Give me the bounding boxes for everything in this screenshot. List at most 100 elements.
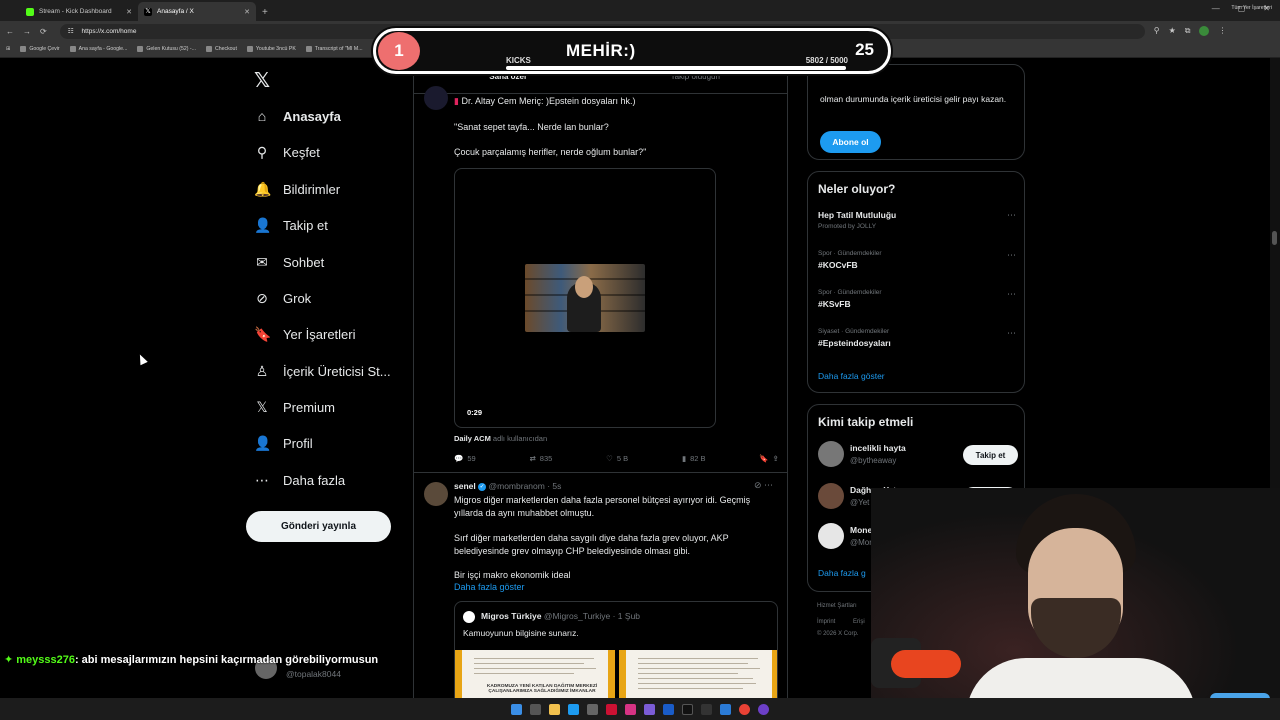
sidebar-item-grok[interactable]: ⊘ Grok	[254, 290, 311, 307]
avatar[interactable]	[818, 483, 844, 509]
avatar[interactable]	[818, 441, 844, 467]
bookmark-item[interactable]: Transcript of "MI M...	[305, 46, 363, 52]
author-handle[interactable]: @mombranom · 5s	[489, 481, 562, 491]
trend-item[interactable]: Hep Tatil Mutluluğu Promoted by JOLLY ⋯	[818, 210, 1016, 230]
views-button[interactable]: ▮ 82 B	[682, 454, 706, 463]
twitch-icon[interactable]	[644, 703, 655, 715]
all-bookmarks-link[interactable]: Tüm Yer İşaretleri	[1231, 5, 1272, 11]
avatar[interactable]	[818, 523, 844, 549]
sidebar-item-creator-studio[interactable]: ♙ İçerik Üreticisi St...	[254, 363, 391, 380]
sidebar-item-premium[interactable]: 𝕏 Premium	[254, 399, 335, 416]
opera-icon[interactable]	[606, 703, 617, 715]
tab-x-home[interactable]: 𝕏 Anasayfa / X ✕	[138, 2, 256, 21]
edge-icon[interactable]	[720, 703, 731, 715]
trend-item[interactable]: Spor · Gündemdekiler #KSvFB ⋯	[818, 289, 1016, 309]
more-options-icon[interactable]: ⋯	[1007, 328, 1016, 339]
quoted-post[interactable]: Migros Türkiye @Migros_Turkiye · 1 Şub K…	[454, 601, 778, 698]
bookmark-icon[interactable]: 🔖	[759, 454, 768, 463]
bookmark-item[interactable]: Gelen Kutusu (52) -...	[137, 46, 196, 52]
follow-suggestion[interactable]: incelikli hayta @bytheaway Takip et	[818, 441, 1018, 471]
post-button[interactable]: Gönderi yayınla	[246, 511, 391, 542]
footer-link[interactable]: Hizmet Şartları	[817, 603, 857, 609]
chrome-icon[interactable]	[739, 703, 750, 715]
reload-icon[interactable]: ⟳	[40, 27, 47, 36]
share-icon[interactable]: ⇪	[773, 454, 779, 463]
bookmark-item[interactable]: Youtube 3ncü PK	[246, 46, 296, 52]
file-explorer-icon[interactable]	[549, 703, 560, 715]
back-icon[interactable]: ←	[6, 27, 14, 36]
sidebar-item-explore[interactable]: ⚲ Keşfet	[254, 144, 320, 161]
scrollbar-thumb[interactable]	[1272, 231, 1277, 245]
profile-avatar[interactable]	[1199, 26, 1210, 36]
tiktok-icon[interactable]	[682, 703, 693, 715]
source-name[interactable]: Daily ACM	[454, 434, 491, 443]
like-button[interactable]: ♡ 5 B	[606, 454, 628, 463]
instagram-icon[interactable]	[625, 703, 636, 715]
trend-item[interactable]: Siyaset · Gündemdekiler #Epsteindosyaları…	[818, 328, 1016, 348]
more-options-icon[interactable]: ⋯	[1007, 250, 1016, 261]
more-options-icon[interactable]: ⊘ ⋯	[754, 480, 773, 491]
quote-image[interactable]: KADROMUZA YENİ KATILAN DAĞITIM MERKEZİ Ç…	[455, 650, 615, 698]
extensions-icon[interactable]: ⧉	[1185, 26, 1191, 36]
start-icon[interactable]	[511, 703, 522, 715]
footer-link[interactable]: Erişi	[853, 619, 865, 625]
app-icon[interactable]	[587, 703, 598, 715]
sidebar-item-more[interactable]: ⋯ Daha fazla	[254, 472, 345, 489]
mail-icon[interactable]	[568, 703, 579, 715]
show-more-link[interactable]: Daha fazla göster	[454, 582, 525, 592]
photoshop-icon[interactable]	[663, 703, 674, 715]
more-options-icon[interactable]: ⋯	[1007, 210, 1016, 221]
trend-title: #KOCvFB	[818, 260, 858, 270]
subscribe-button[interactable]: Abone ol	[820, 131, 881, 153]
menu-icon[interactable]: ⋮	[1218, 26, 1226, 36]
bookmark-item[interactable]: Google Çevir	[20, 46, 60, 52]
repost-button[interactable]: ⇄ 835	[530, 454, 553, 463]
sidebar-item-bookmarks[interactable]: 🔖 Yer İşaretleri	[254, 326, 356, 343]
tab-kick-dashboard[interactable]: Stream - Kick Dashboard ✕	[20, 2, 138, 21]
more-options-icon[interactable]: ⋯	[1007, 289, 1016, 300]
post-header: ▮ Dr. Altay Cem Meriç: )Epstein dosyalar…	[454, 96, 636, 107]
subscribe-text: olman durumunda içerik üreticisi gelir p…	[820, 94, 1007, 104]
trend-item[interactable]: Spor · Gündemdekiler #KOCvFB ⋯	[818, 250, 1016, 270]
sidebar-item-home[interactable]: ⌂ Anasayfa	[254, 108, 341, 124]
forward-icon[interactable]: →	[23, 27, 31, 36]
user-icon: 👤	[254, 435, 272, 451]
like-count: 5 B	[616, 454, 629, 463]
reply-button[interactable]: 💬 59	[454, 454, 476, 463]
search-icon[interactable]	[530, 703, 541, 715]
mail-icon: ✉	[256, 254, 268, 270]
bookmark-star-icon[interactable]: ★	[1169, 26, 1176, 36]
close-tab-icon[interactable]: ✕	[244, 8, 250, 16]
sidebar-item-notifications[interactable]: 🔔 Bildirimler	[254, 181, 340, 198]
x-logo-icon[interactable]: 𝕏	[254, 68, 270, 93]
microphone-icon	[891, 650, 961, 678]
apps-icon[interactable]: ⊞	[6, 46, 10, 52]
sidebar-item-profile[interactable]: 👤 Profil	[254, 435, 313, 452]
obs-icon[interactable]	[758, 703, 769, 715]
trends-show-more[interactable]: Daha fazla göster	[818, 371, 885, 381]
quote-author-name: Migros Türkiye	[481, 611, 542, 621]
reply-icon: 💬	[454, 454, 464, 463]
footer-link[interactable]: İmprint	[817, 619, 835, 625]
zoom-icon[interactable]: ⚲	[1154, 26, 1160, 36]
follow-button[interactable]: Takip et	[963, 445, 1018, 465]
sidebar-item-follow[interactable]: 👤 Takip et	[254, 217, 328, 234]
capcut-icon[interactable]	[701, 703, 712, 715]
follow-show-more[interactable]: Daha fazla g	[818, 568, 866, 578]
account-handle: @topalak8044	[286, 669, 341, 679]
new-tab-button[interactable]: +	[262, 7, 268, 18]
video-player[interactable]: 0:29	[454, 168, 716, 428]
avatar[interactable]	[424, 482, 448, 506]
quote-image[interactable]	[619, 650, 777, 698]
minimize-icon[interactable]: —	[1212, 4, 1220, 13]
view-count: 82 B	[690, 454, 706, 463]
bookmark-item[interactable]: Ana sayfa - Google...	[69, 46, 127, 52]
author-name[interactable]: senel	[454, 481, 476, 491]
site-info-icon[interactable]: ☷	[68, 27, 74, 35]
bookmark-item[interactable]: Checkout	[205, 46, 237, 52]
sidebar-item-chat[interactable]: ✉ Sohbet	[254, 254, 324, 271]
close-tab-icon[interactable]: ✕	[126, 8, 132, 16]
sparkle-icon: ✦	[4, 654, 14, 666]
avatar[interactable]	[424, 86, 448, 110]
post-actions: 💬 59 ⇄ 835 ♡ 5 B ▮ 82 B 🔖 ⇪	[454, 454, 779, 463]
